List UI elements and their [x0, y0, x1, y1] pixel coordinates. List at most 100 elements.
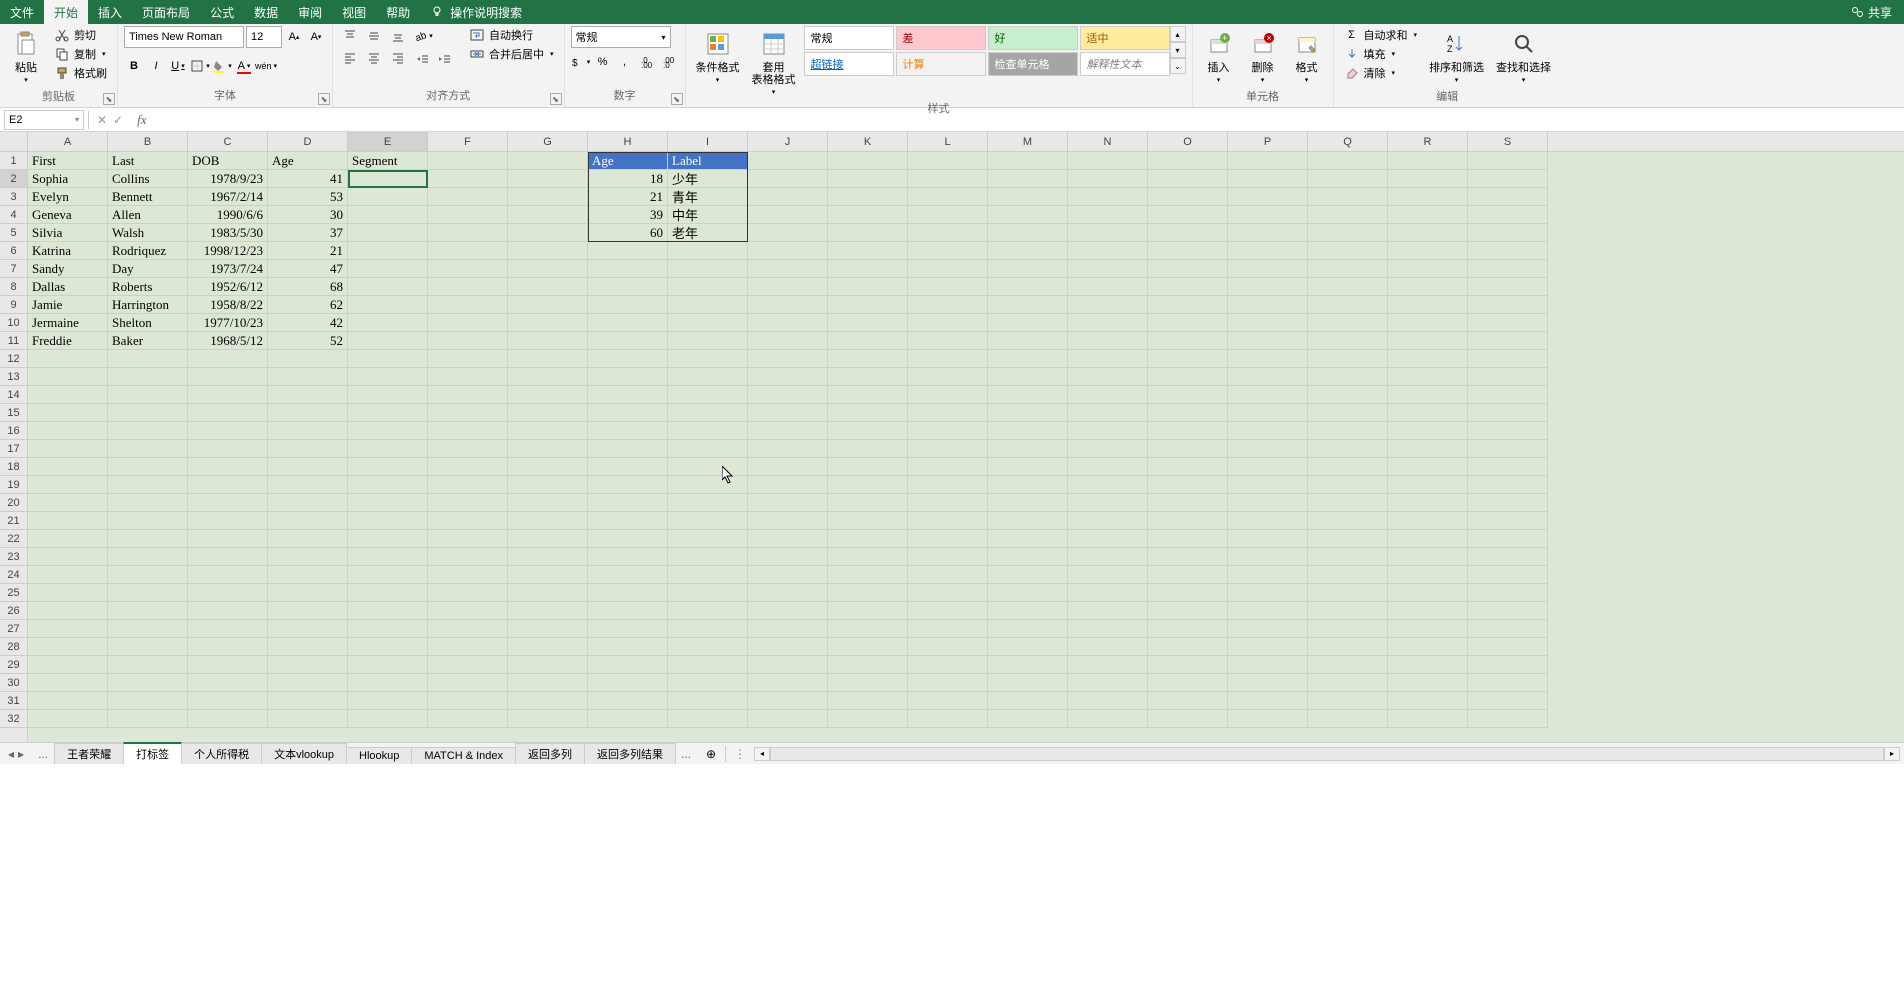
row-header[interactable]: 23: [0, 548, 27, 566]
cell[interactable]: [1308, 638, 1388, 656]
decrease-indent-button[interactable]: [413, 50, 433, 70]
cell[interactable]: [1388, 368, 1468, 386]
cell[interactable]: [428, 296, 508, 314]
cell[interactable]: [188, 512, 268, 530]
cell[interactable]: [588, 458, 668, 476]
cell[interactable]: Freddie: [28, 332, 108, 350]
cell[interactable]: [1468, 566, 1548, 584]
cell[interactable]: [1468, 458, 1548, 476]
column-header[interactable]: K: [828, 132, 908, 151]
underline-button[interactable]: U: [168, 56, 188, 76]
sheet-more-right[interactable]: ...: [675, 747, 697, 761]
cell[interactable]: [1228, 152, 1308, 170]
cell[interactable]: [1148, 566, 1228, 584]
cell[interactable]: [988, 566, 1068, 584]
cell[interactable]: [1068, 188, 1148, 206]
cell[interactable]: Age: [588, 152, 668, 170]
cell[interactable]: [668, 638, 748, 656]
column-header[interactable]: L: [908, 132, 988, 151]
cell[interactable]: 老年: [668, 224, 748, 242]
cell[interactable]: [1388, 440, 1468, 458]
cell[interactable]: [1148, 170, 1228, 188]
cell[interactable]: [908, 458, 988, 476]
sheet-tab[interactable]: 返回多列: [515, 743, 585, 764]
cell[interactable]: 62: [268, 296, 348, 314]
cell[interactable]: [1228, 440, 1308, 458]
cell[interactable]: [188, 602, 268, 620]
cell[interactable]: [28, 710, 108, 728]
copy-button[interactable]: 复制 ▾: [50, 45, 111, 63]
cell[interactable]: [348, 350, 428, 368]
menu-tab-view[interactable]: 视图: [332, 0, 376, 24]
cell[interactable]: [908, 656, 988, 674]
font-name-input[interactable]: [124, 26, 244, 48]
row-header[interactable]: 3: [0, 188, 27, 206]
cell[interactable]: 42: [268, 314, 348, 332]
cell[interactable]: [1068, 674, 1148, 692]
cell[interactable]: Jamie: [28, 296, 108, 314]
cell[interactable]: [268, 674, 348, 692]
cell[interactable]: [988, 170, 1068, 188]
cell[interactable]: [1068, 548, 1148, 566]
cell[interactable]: [908, 260, 988, 278]
cell[interactable]: [268, 656, 348, 674]
cell[interactable]: [1468, 296, 1548, 314]
cell[interactable]: [348, 206, 428, 224]
cell[interactable]: [988, 422, 1068, 440]
cell[interactable]: [28, 368, 108, 386]
cell[interactable]: [588, 620, 668, 638]
row-header[interactable]: 25: [0, 584, 27, 602]
cell[interactable]: [1148, 548, 1228, 566]
cell[interactable]: [828, 602, 908, 620]
cell[interactable]: 18: [588, 170, 668, 188]
cell[interactable]: [668, 458, 748, 476]
cell[interactable]: [508, 692, 588, 710]
align-center-button[interactable]: [363, 48, 385, 68]
cell[interactable]: [508, 674, 588, 692]
cell[interactable]: [268, 566, 348, 584]
cell[interactable]: Sophia: [28, 170, 108, 188]
cell[interactable]: 青年: [668, 188, 748, 206]
cell[interactable]: [988, 584, 1068, 602]
cell[interactable]: [268, 530, 348, 548]
cell[interactable]: [1228, 170, 1308, 188]
cell[interactable]: [1148, 368, 1228, 386]
cell[interactable]: 39: [588, 206, 668, 224]
cell[interactable]: [748, 674, 828, 692]
cell[interactable]: [1068, 710, 1148, 728]
cell[interactable]: [108, 350, 188, 368]
cell[interactable]: [428, 170, 508, 188]
cell[interactable]: [908, 494, 988, 512]
cell[interactable]: [908, 152, 988, 170]
menu-tab-layout[interactable]: 页面布局: [132, 0, 200, 24]
sheet-tab[interactable]: MATCH & Index: [411, 747, 516, 764]
cell[interactable]: [1468, 368, 1548, 386]
cell[interactable]: [108, 710, 188, 728]
cell[interactable]: [988, 476, 1068, 494]
cell[interactable]: [1228, 368, 1308, 386]
cell[interactable]: [508, 314, 588, 332]
cell[interactable]: [108, 494, 188, 512]
cell[interactable]: [1308, 548, 1388, 566]
cell[interactable]: [268, 638, 348, 656]
cell[interactable]: [108, 422, 188, 440]
cell[interactable]: [908, 620, 988, 638]
cell[interactable]: [988, 602, 1068, 620]
cell[interactable]: [1308, 368, 1388, 386]
cell[interactable]: [268, 602, 348, 620]
cell[interactable]: [988, 224, 1068, 242]
cell[interactable]: [1148, 656, 1228, 674]
cell[interactable]: [1388, 548, 1468, 566]
cell[interactable]: [748, 692, 828, 710]
cell[interactable]: [1468, 548, 1548, 566]
cell[interactable]: [508, 548, 588, 566]
cell[interactable]: [428, 476, 508, 494]
cell[interactable]: [1388, 584, 1468, 602]
cell[interactable]: [828, 296, 908, 314]
cell[interactable]: [1308, 170, 1388, 188]
cell[interactable]: [1228, 206, 1308, 224]
enter-formula-button[interactable]: ✓: [113, 113, 123, 127]
cell[interactable]: [1068, 260, 1148, 278]
cell[interactable]: [748, 530, 828, 548]
cell[interactable]: [1388, 170, 1468, 188]
